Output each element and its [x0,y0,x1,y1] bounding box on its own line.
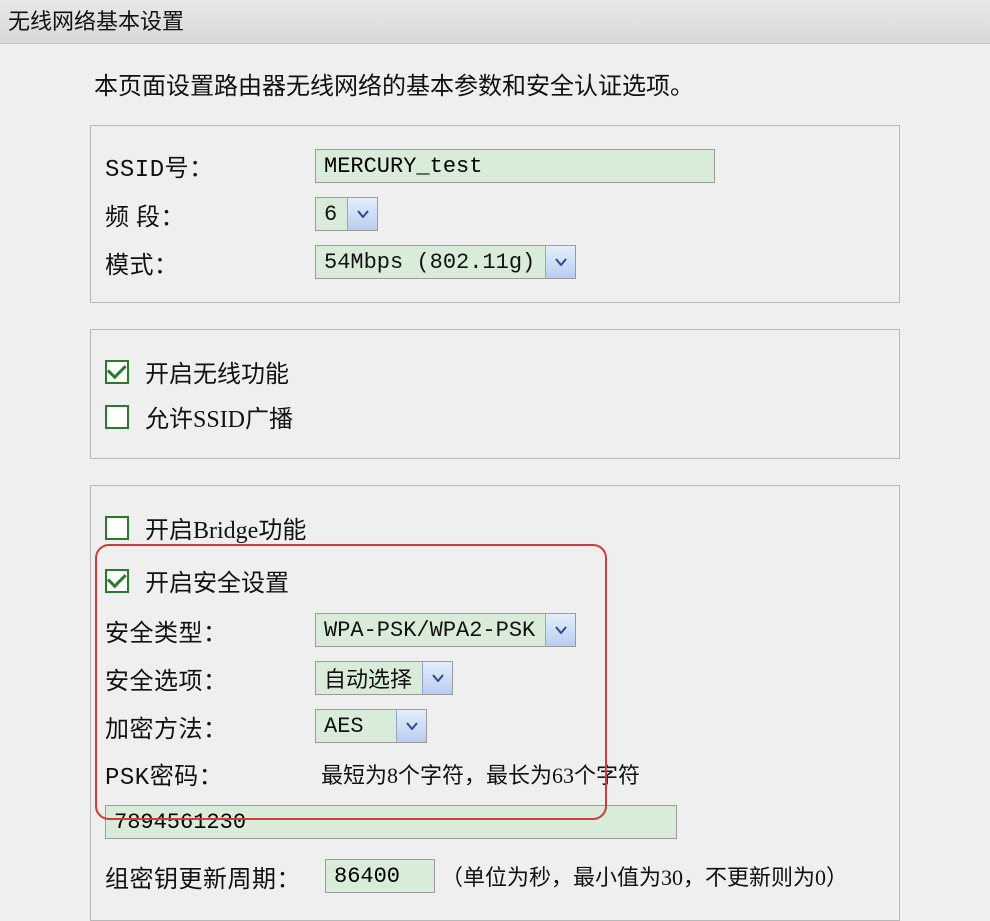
mode-label: 模式： [105,245,315,280]
security-type-select[interactable]: WPA-PSK/WPA2-PSK [315,613,576,647]
security-option-value: 自动选择 [316,662,422,694]
group-key-hint: （单位为秒，最小值为30，不更新则为0） [441,860,848,892]
dropdown-button[interactable] [545,246,575,278]
channel-label: 频 段： [105,197,315,232]
channel-value: 6 [316,198,347,230]
page-title: 无线网络基本设置 [0,0,990,44]
encryption-method-value: AES [316,710,396,742]
panel-security: 开启Bridge功能 开启安全设置 安全类型： WPA-PSK/WPA2-PSK… [90,485,900,921]
dropdown-button[interactable] [422,662,452,694]
enable-security-label: 开启安全设置 [145,563,289,598]
group-key-input[interactable] [325,859,435,893]
security-type-label: 安全类型： [105,613,315,648]
security-option-label: 安全选项： [105,661,315,696]
dropdown-button[interactable] [545,614,575,646]
ssid-label: SSID号： [105,148,315,184]
chevron-down-icon [406,722,418,730]
psk-label: PSK密码： [105,756,315,792]
encryption-method-select[interactable]: AES [315,709,427,743]
enable-bridge-label: 开启Bridge功能 [145,510,306,545]
enable-security-checkbox[interactable] [105,569,129,593]
chevron-down-icon [555,626,567,634]
content-area: 本页面设置路由器无线网络的基本参数和安全认证选项。 SSID号： 频 段： 6 … [0,44,990,921]
mode-value: 54Mbps (802.11g) [316,246,545,278]
intro-text: 本页面设置路由器无线网络的基本参数和安全认证选项。 [94,66,900,101]
chevron-down-icon [432,674,444,682]
enable-wireless-label: 开启无线功能 [145,354,289,389]
encryption-method-label: 加密方法： [105,709,315,744]
security-type-value: WPA-PSK/WPA2-PSK [316,614,545,646]
mode-select[interactable]: 54Mbps (802.11g) [315,245,576,279]
group-key-label: 组密钥更新周期： [105,859,325,894]
psk-input[interactable] [105,805,677,839]
dropdown-button[interactable] [396,710,426,742]
chevron-down-icon [555,258,567,266]
channel-select[interactable]: 6 [315,197,378,231]
panel-basic: SSID号： 频 段： 6 模式： 54Mbps (802.11g) [90,125,900,303]
enable-wireless-checkbox[interactable] [105,360,129,384]
psk-hint: 最短为8个字符，最长为63个字符 [321,758,640,790]
security-option-select[interactable]: 自动选择 [315,661,453,695]
allow-ssid-broadcast-label: 允许SSID广播 [145,399,293,434]
ssid-input[interactable] [315,149,715,183]
panel-wireless: 开启无线功能 允许SSID广播 [90,329,900,459]
enable-bridge-checkbox[interactable] [105,516,129,540]
dropdown-button[interactable] [347,198,377,230]
chevron-down-icon [357,210,369,218]
allow-ssid-broadcast-checkbox[interactable] [105,405,129,429]
